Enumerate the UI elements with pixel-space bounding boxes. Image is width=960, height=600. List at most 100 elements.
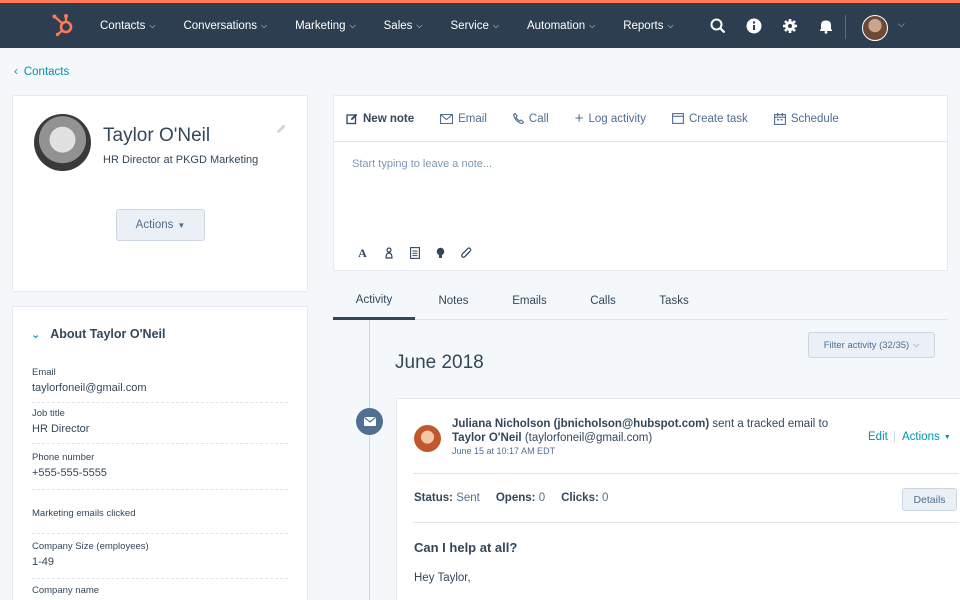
divider [413,522,959,523]
chevron-down-icon: ⌵ [913,340,920,349]
profile-actions-button[interactable]: Actions ▼ [116,209,205,241]
paperclip-icon[interactable] [460,246,473,260]
note-input[interactable] [352,158,922,170]
tab-tasks[interactable]: Tasks [639,282,709,320]
search-icon[interactable] [700,3,736,48]
envelope-icon [440,113,454,124]
property-label: Phone number [32,452,95,463]
breadcrumb-back-contacts[interactable]: ‹ Contacts [14,66,69,78]
actions-link-label: Actions [902,431,940,443]
property-company-size[interactable]: Company Size (employees) 1-49 [32,541,288,579]
property-company-name[interactable]: Company name [32,585,288,600]
tab-notes[interactable]: Notes [415,282,492,320]
email-recipient[interactable]: Taylor O'Neil [452,432,522,444]
about-header-label: About Taylor O'Neil [50,327,166,341]
property-phone-number[interactable]: Phone number +555-555-5555 [32,452,288,490]
contact-job-title: HR Director at PKGD Marketing [103,154,259,166]
calendar-icon [773,112,786,125]
stat-value: 0 [602,492,609,504]
contact-photo [34,114,91,171]
tab-calls[interactable]: Calls [567,282,639,320]
property-marketing-emails-clicked[interactable]: Marketing emails clicked [32,508,288,534]
nav-item-reports[interactable]: Reports ⌵ [609,3,687,48]
nav-item-label: Marketing [295,19,346,32]
nav-item-label: Service [450,19,489,32]
property-value[interactable]: taylorfoneil@gmail.com [32,382,288,394]
chevron-down-icon: ⌵ [416,20,423,30]
tab-new-note[interactable]: New note [346,96,414,142]
tab-call[interactable]: Call [512,96,549,142]
nav-item-service[interactable]: Service ⌵ [437,3,513,48]
edit-link[interactable]: Edit [868,431,888,443]
contact-name: Taylor O'Neil [103,125,211,146]
about-section-toggle[interactable]: ⌄ About Taylor O'Neil [31,327,165,341]
filter-button-label: Filter activity (32/35) [823,339,910,351]
tab-label: Tasks [659,295,689,307]
tab-email[interactable]: Email [440,96,487,142]
nav-item-label: Automation [526,19,586,32]
chevron-down-icon[interactable]: ⌵ [898,19,905,30]
stat-value: Sent [456,492,480,504]
info-icon[interactable] [736,3,772,48]
user-avatar[interactable] [862,15,888,41]
property-email[interactable]: Email taylorfoneil@gmail.com [32,367,288,403]
caret-down-icon: ▼ [943,433,951,441]
nav-item-marketing[interactable]: Marketing ⌵ [281,3,370,48]
details-button[interactable]: Details [902,488,957,511]
property-label: Company name [32,585,100,596]
property-label: Email [32,367,56,378]
document-icon[interactable] [408,246,421,260]
profile-card: Taylor O'Neil HR Director at PKGD Market… [12,95,308,292]
stat-status: Status: Sent [414,492,480,504]
plus-icon: + [574,110,584,127]
divider [413,473,959,474]
phone-icon [512,113,524,124]
tab-label: Schedule [790,112,839,125]
tab-emails[interactable]: Emails [492,282,567,320]
hubspot-logo-icon[interactable] [50,12,76,38]
property-value[interactable]: HR Director [32,423,288,435]
nav-item-label: Sales [383,19,413,32]
chevron-down-icon: ⌵ [149,20,156,30]
timeline-email-marker [356,408,383,435]
property-label: Marketing emails clicked [32,508,136,519]
envelope-icon [363,417,376,426]
person-mention-icon[interactable] [382,246,395,260]
text-format-icon[interactable]: A [356,246,369,260]
nav-item-conversations[interactable]: Conversations ⌵ [169,3,281,48]
property-job-title[interactable]: Job title HR Director [32,408,288,444]
nav-item-sales[interactable]: Sales ⌵ [370,3,437,48]
activity-tabs: Activity Notes Emails Calls Tasks [333,282,948,320]
bell-icon[interactable] [808,3,844,48]
email-stats: Status: Sent Opens: 0 Clicks: 0 [414,492,608,504]
lightbulb-icon[interactable] [434,246,447,260]
pencil-icon[interactable] [275,123,287,135]
property-label: Company Size (employees) [32,541,149,552]
gear-icon[interactable] [772,3,808,48]
email-sender[interactable]: Juliana Nicholson (jbnicholson@hubspot.c… [452,418,709,430]
filter-activity-button[interactable]: Filter activity (32/35) ⌵ [808,332,935,358]
email-actions-link[interactable]: Actions ▼ [902,431,951,443]
nav-divider [845,15,846,39]
tab-create-task[interactable]: Create task [672,96,748,142]
stat-label: Status: [414,492,453,504]
tab-schedule[interactable]: Schedule [773,96,839,142]
chevron-down-icon: ⌵ [349,20,356,30]
property-value[interactable]: +555-555-5555 [32,467,288,479]
pencil-square-icon [346,113,358,124]
chevron-down-icon: ⌄ [31,328,41,341]
tab-label: Email [458,112,487,125]
top-nav: Contacts ⌵ Conversations ⌵ Marketing ⌵ Sale… [0,0,960,48]
caret-down-icon: ▼ [177,220,186,230]
format-toolbar: A [356,246,473,260]
property-value[interactable]: 1-49 [32,556,288,568]
email-action-text: sent a tracked email to [712,418,829,430]
stat-value: 0 [538,492,546,504]
tab-log-activity[interactable]: + Log activity [575,96,646,142]
tab-activity[interactable]: Activity [333,282,415,320]
link-separator: | [893,431,896,443]
nav-item-automation[interactable]: Automation ⌵ [513,3,609,48]
tab-label: Create task [689,112,748,125]
tab-label: Calls [590,295,616,307]
nav-item-contacts[interactable]: Contacts ⌵ [86,3,169,48]
